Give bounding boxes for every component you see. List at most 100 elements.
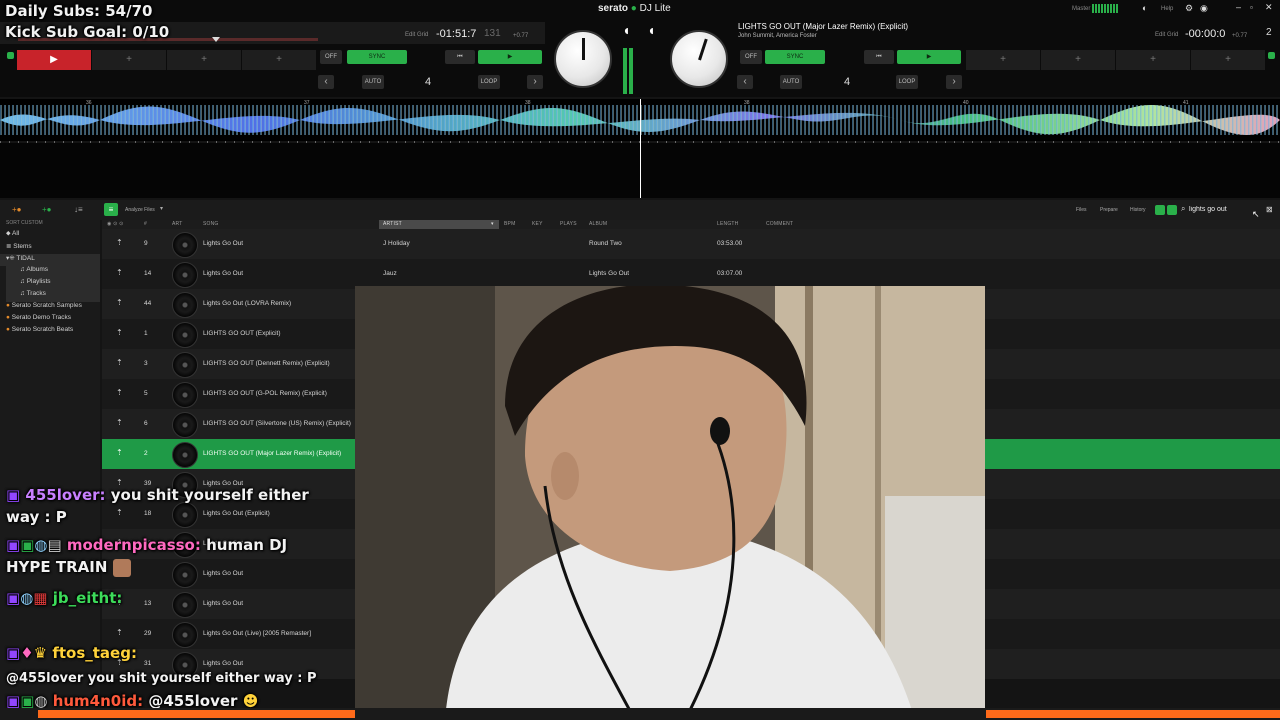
- sidebar-item-tracks[interactable]: ♫ Tracks: [6, 290, 100, 302]
- maximize-icon[interactable]: ▫: [1250, 3, 1253, 12]
- deck2-off-button[interactable]: OFF: [740, 50, 762, 64]
- account-icon[interactable]: ◉: [1200, 3, 1208, 14]
- col-key[interactable]: KEY: [532, 221, 543, 227]
- chat-username: jb_eitht:: [52, 589, 123, 607]
- chat-username: 455lover:: [25, 486, 106, 504]
- deck1-hotcue-3[interactable]: +: [167, 50, 241, 70]
- deck1-off-button[interactable]: OFF: [320, 50, 342, 64]
- deck1-sync-button[interactable]: SYNC: [347, 50, 407, 64]
- row-song: Lights Go Out (Live) [2005 Remaster]: [203, 630, 312, 637]
- tidal-filter-icon[interactable]: [1155, 205, 1165, 215]
- deck1-hotcue-4[interactable]: +: [242, 50, 316, 70]
- deck2-edit-grid[interactable]: Edit Grid: [1155, 32, 1178, 38]
- chat-text: way : P: [6, 508, 67, 526]
- deck2-loop-next-icon[interactable]: ›: [946, 75, 962, 89]
- col-length[interactable]: LENGTH: [717, 221, 738, 227]
- deck1-play-button[interactable]: ▶: [478, 50, 542, 64]
- search-input[interactable]: [1189, 204, 1251, 215]
- deck1-hotcue-1[interactable]: ▶: [17, 50, 91, 70]
- sidebar-item-playlists[interactable]: ♫ Playlists: [6, 278, 100, 290]
- sort-icon[interactable]: ↓≡: [74, 205, 83, 214]
- deck1-platter-knob[interactable]: [554, 30, 612, 88]
- beat-marker-41: 41: [1183, 100, 1189, 106]
- deck2-number: 2: [1266, 27, 1272, 38]
- deck2-hotcue-2[interactable]: +: [1041, 50, 1115, 70]
- col-art[interactable]: ART: [172, 221, 183, 227]
- deck-header: Edit Grid -01:51:7 131 +0.77 Daily Subs:…: [0, 0, 1280, 97]
- col-plays[interactable]: PLAYS: [560, 221, 577, 227]
- minimize-icon[interactable]: –: [1236, 2, 1241, 12]
- deck2-mode-icon[interactable]: [1268, 52, 1275, 59]
- deck2-level-meter: [629, 48, 633, 94]
- chat-message-cont: HYPE TRAIN: [6, 558, 131, 577]
- col-song[interactable]: SONG: [203, 221, 219, 227]
- deck1-bpm: 131: [484, 28, 501, 39]
- prepare-tab[interactable]: Prepare: [1100, 207, 1118, 213]
- status-progress-left: [38, 710, 355, 718]
- col-status-icon[interactable]: ◉ ⊙ ⊙: [107, 221, 124, 227]
- webcam-feed: [355, 286, 985, 720]
- deck2-hotcue-4[interactable]: +: [1191, 50, 1265, 70]
- library-toolbar: +● +● ↓≡ ≡ Analyze Files ▾ Files Prepare…: [0, 200, 1280, 220]
- row-status-icon: ⇡: [116, 298, 123, 307]
- row-song: Lights Go Out: [203, 570, 244, 577]
- sidebar-item-all[interactable]: ⬥ All: [6, 230, 19, 242]
- analyze-dropdown-icon[interactable]: ▾: [160, 205, 163, 212]
- deck2-auto-button[interactable]: AUTO: [780, 75, 802, 89]
- sidebar-item-scratch-beats[interactable]: ● Serato Scratch Beats: [6, 326, 73, 338]
- deck1-auto-button[interactable]: AUTO: [362, 75, 384, 89]
- help-menu[interactable]: Help: [1161, 6, 1173, 12]
- deck1-loop-prev-icon[interactable]: ‹: [318, 75, 334, 89]
- table-row[interactable]: ⇡ 9 Lights Go Out J Holiday Round Two 03:53.0…: [102, 229, 1280, 259]
- col-bpm[interactable]: BPM: [504, 221, 515, 227]
- deck2-loop-prev-icon[interactable]: ‹: [737, 75, 753, 89]
- album-art: [172, 382, 198, 408]
- sidebar-item-demo-tracks[interactable]: ● Serato Demo Tracks: [6, 314, 71, 326]
- col-number[interactable]: #: [144, 221, 147, 227]
- files-tab[interactable]: Files: [1076, 207, 1087, 213]
- deck2-hotcue-1[interactable]: +: [966, 50, 1040, 70]
- verified-badge-icon: ▣: [20, 536, 35, 554]
- close-icon[interactable]: ✕: [1265, 2, 1273, 13]
- list-view-icon[interactable]: ≡: [104, 203, 118, 216]
- deck2-play-button[interactable]: ▶: [897, 50, 961, 64]
- row-song: LIGHTS GO OUT (Major Lazer Remix) (Expli…: [203, 450, 342, 457]
- deck1-loop-next-icon[interactable]: ›: [527, 75, 543, 89]
- table-row[interactable]: ⇡ 14 Lights Go Out Jauz Lights Go Out 03:07.0…: [102, 259, 1280, 289]
- row-status-icon: ⇡: [116, 358, 123, 367]
- col-album[interactable]: ALBUM: [589, 221, 607, 227]
- history-tab[interactable]: History: [1130, 207, 1146, 213]
- all-filter-icon[interactable]: [1167, 205, 1177, 215]
- deck2-track-title: LIGHTS GO OUT (Major Lazer Remix) (Expli…: [738, 22, 909, 31]
- deck1-loop-button[interactable]: LOOP: [478, 75, 500, 89]
- deck2-cue-button[interactable]: ⏮: [864, 50, 894, 64]
- chat-username: modernpicasso:: [66, 536, 201, 554]
- sidebar-item-tidal[interactable]: ▾⁜ TIDAL: [0, 254, 100, 266]
- row-number: 2: [144, 450, 148, 457]
- col-comment[interactable]: COMMENT: [766, 221, 793, 227]
- crown-badge-icon: ♛: [33, 644, 53, 662]
- add-crate-icon[interactable]: +●: [12, 205, 22, 214]
- deck2-hotcue-3[interactable]: +: [1116, 50, 1190, 70]
- analyze-files-button[interactable]: Analyze Files: [125, 207, 155, 213]
- deck1-edit-grid[interactable]: Edit Grid: [405, 32, 428, 38]
- add-smart-crate-icon[interactable]: +●: [42, 205, 52, 214]
- deck2-loop-button[interactable]: LOOP: [896, 75, 918, 89]
- row-song: LIGHTS GO OUT (G-POL Remix) (Explicit): [203, 390, 327, 397]
- deck1-playhead-icon: [212, 37, 220, 42]
- sidebar-item-stems[interactable]: ≣ Stems: [6, 242, 32, 254]
- sidebar-item-albums[interactable]: ♫ Albums: [6, 266, 100, 278]
- deck1-cue-button[interactable]: ⏮: [445, 50, 475, 64]
- col-artist: ARTIST: [383, 221, 402, 227]
- record-icon[interactable]: ◐: [1142, 3, 1147, 13]
- deck2-sync-button[interactable]: SYNC: [765, 50, 825, 64]
- deck1-mode-icon[interactable]: [7, 52, 14, 59]
- row-status-icon: ⇡: [116, 328, 123, 337]
- gift-badge-icon: ▦: [33, 589, 53, 607]
- clear-search-icon[interactable]: ⊠: [1266, 205, 1273, 214]
- deck1-hotcue-2[interactable]: +: [92, 50, 166, 70]
- settings-gear-icon[interactable]: ⚙: [1185, 3, 1193, 14]
- sidebar-item-scratch-samples[interactable]: ● Serato Scratch Samples: [6, 302, 82, 314]
- deck2-platter-knob[interactable]: [670, 30, 728, 88]
- col-artist-sorted[interactable]: ARTIST ▾: [379, 220, 499, 229]
